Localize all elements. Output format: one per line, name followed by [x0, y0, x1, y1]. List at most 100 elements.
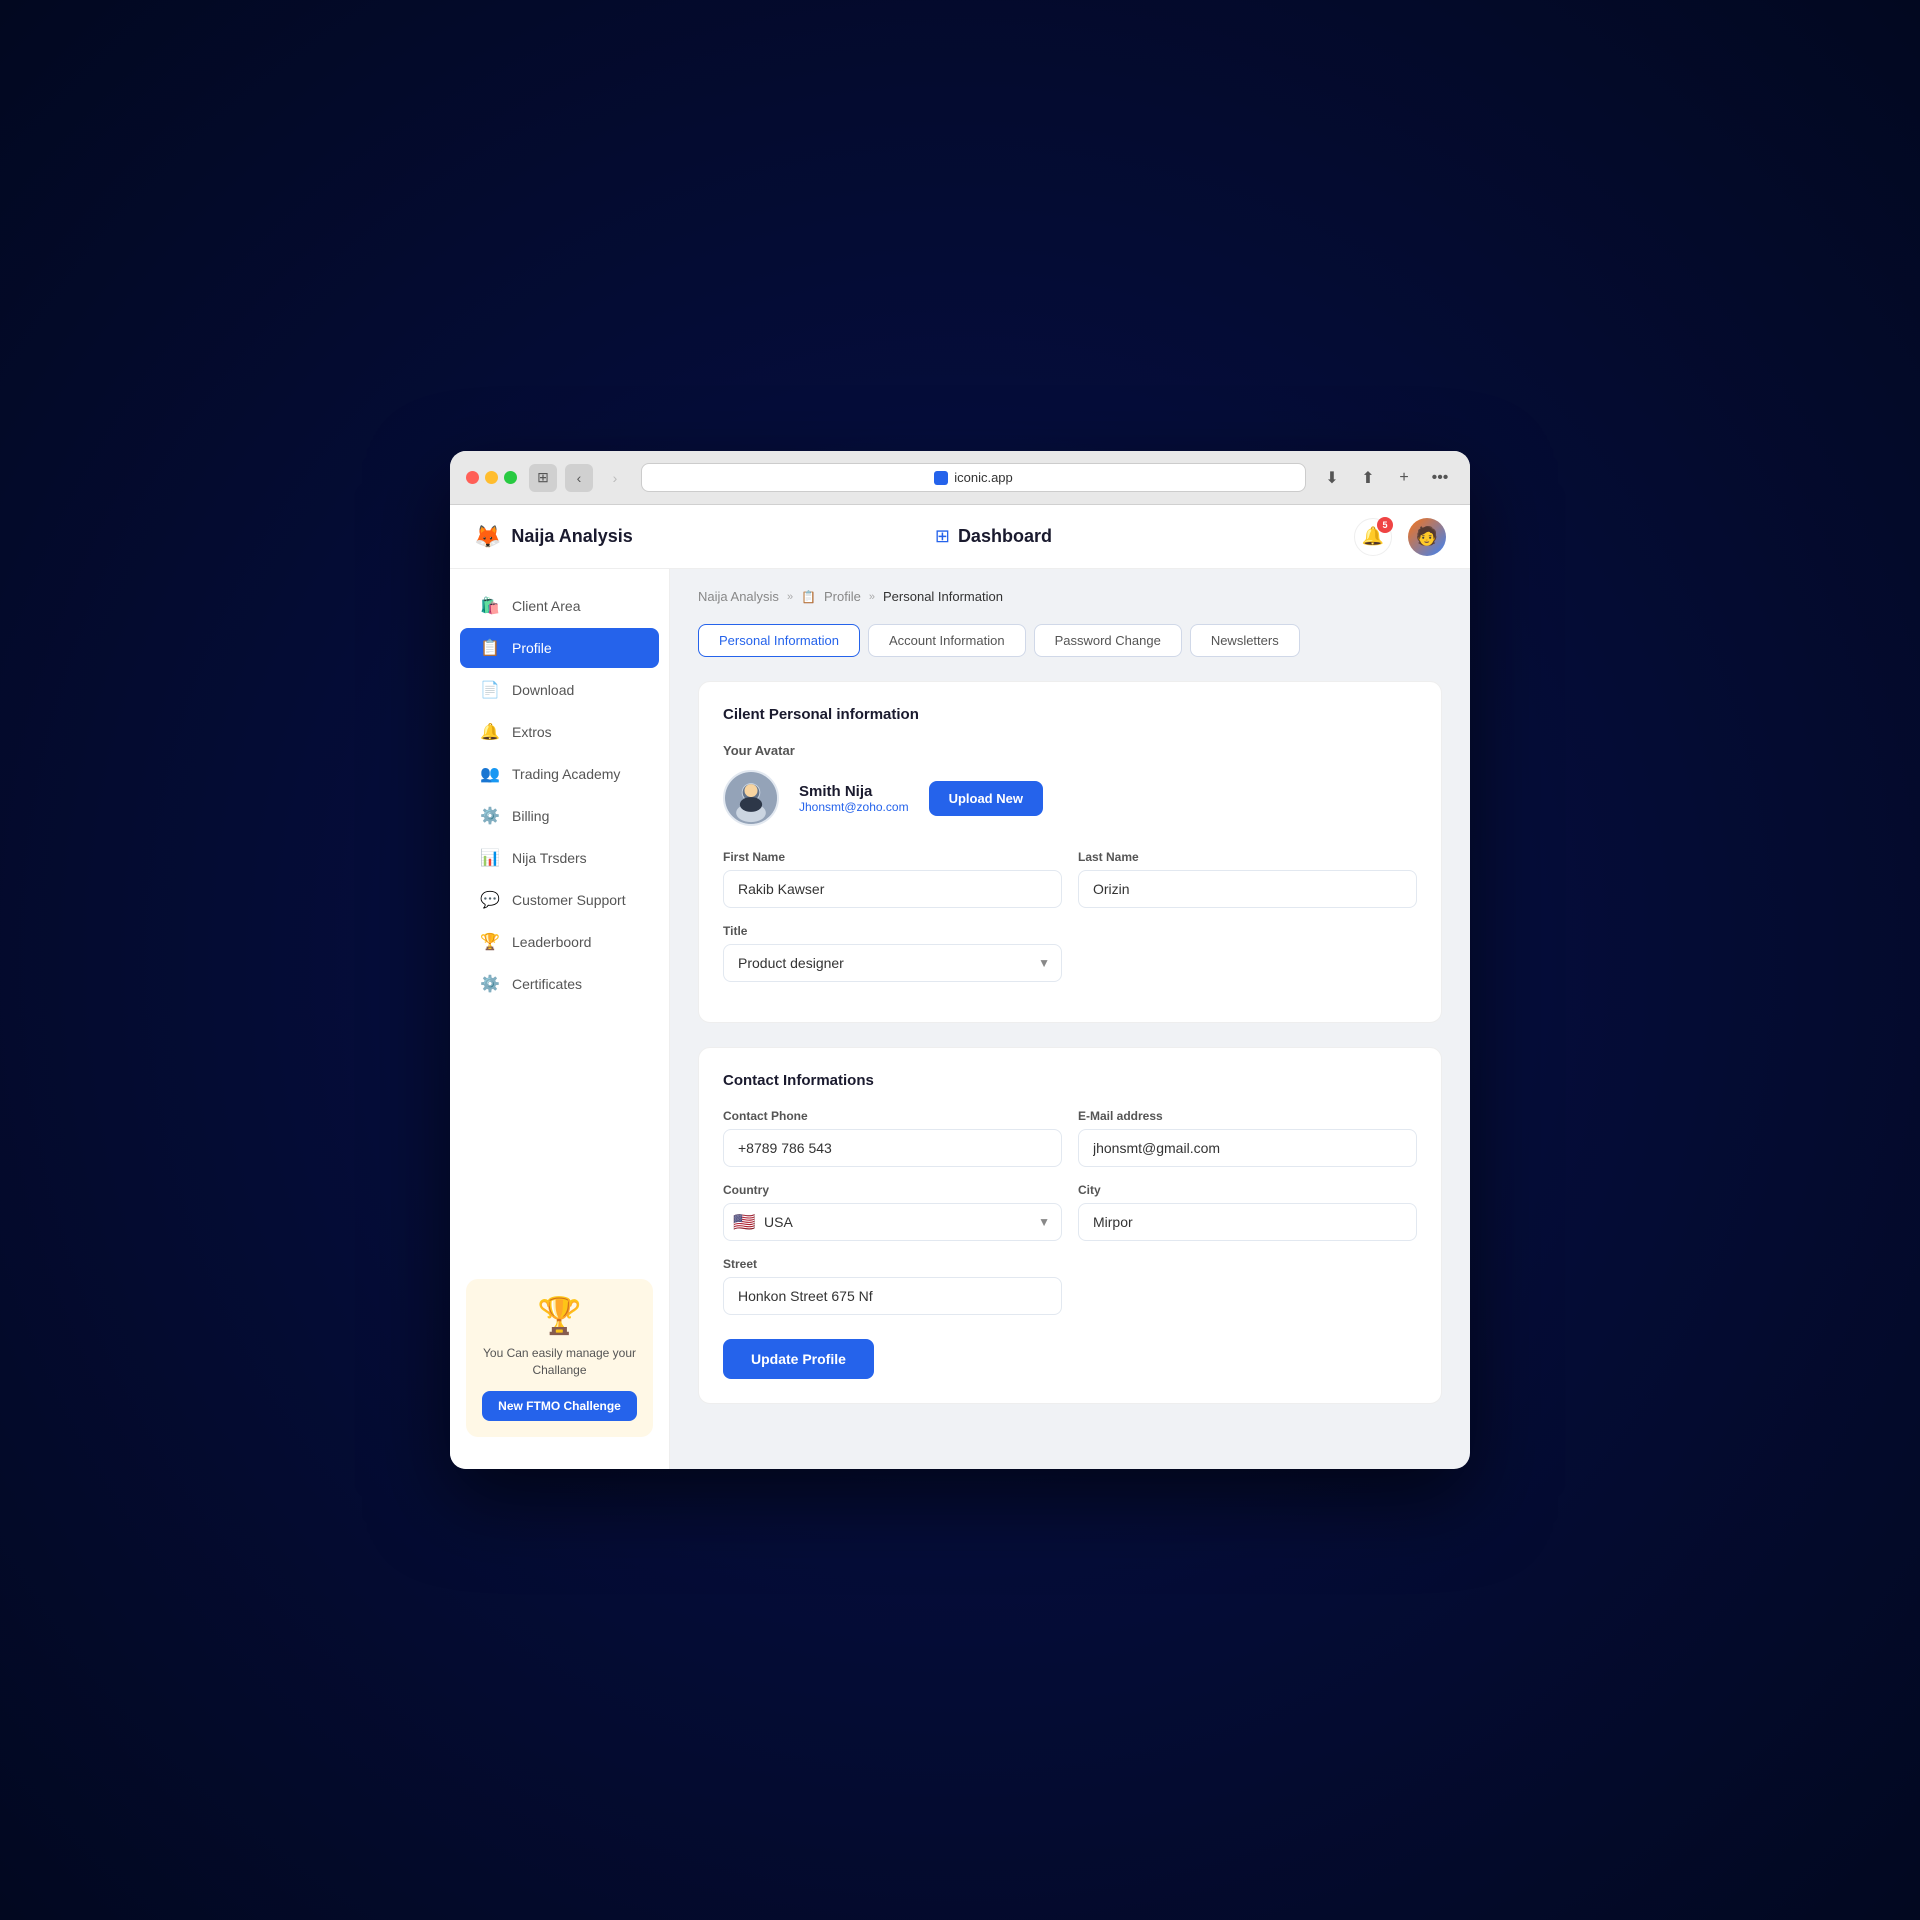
billing-icon: ⚙️ — [480, 806, 500, 826]
content-area: 🛍️ Client Area 📋 Profile 📄 Download 🔔 Ex… — [450, 569, 1470, 1469]
sidebar: 🛍️ Client Area 📋 Profile 📄 Download 🔔 Ex… — [450, 569, 670, 1469]
tabs: Personal Information Account Information… — [698, 624, 1442, 657]
first-name-group: First Name — [723, 850, 1062, 908]
sidebar-item-label: Customer Support — [512, 892, 626, 908]
trading-academy-icon: 👥 — [480, 764, 500, 784]
breadcrumb-root[interactable]: Naija Analysis — [698, 589, 779, 604]
tab-password-change[interactable]: Password Change — [1034, 624, 1182, 657]
title-group: Title Product designer Software Engineer… — [723, 924, 1062, 982]
brand-name: Naija Analysis — [511, 526, 632, 547]
last-name-label: Last Name — [1078, 850, 1417, 864]
title-label: Title — [723, 924, 1062, 938]
new-ftmo-challenge-button[interactable]: New FTMO Challenge — [482, 1391, 637, 1421]
certificates-icon: ⚙️ — [480, 974, 500, 994]
back-button[interactable]: ‹ — [565, 464, 593, 492]
nija-traders-icon: 📊 — [480, 848, 500, 868]
sidebar-item-customer-support[interactable]: 💬 Customer Support — [460, 880, 659, 920]
brand-icon: 🦊 — [474, 524, 501, 550]
country-select-wrap: 🇺🇸 USA UK Canada Australia Nigeria ▼ — [723, 1203, 1062, 1241]
dashboard-title: Dashboard — [958, 526, 1052, 547]
sidebar-item-certificates[interactable]: ⚙️ Certificates — [460, 964, 659, 1004]
close-button[interactable] — [466, 471, 479, 484]
tab-account-information[interactable]: Account Information — [868, 624, 1026, 657]
sidebar-item-nija-traders[interactable]: 📊 Nija Trsders — [460, 838, 659, 878]
top-center: ⊞ Dashboard — [935, 526, 1052, 547]
profile-avatar — [723, 770, 779, 826]
download-browser-button[interactable]: ⬇ — [1318, 464, 1346, 492]
breadcrumb-profile[interactable]: Profile — [824, 589, 861, 604]
city-input[interactable] — [1078, 1203, 1417, 1241]
sidebar-item-label: Trading Academy — [512, 766, 620, 782]
notification-badge: 5 — [1377, 517, 1393, 533]
browser-controls: ⊞ ‹ › — [529, 464, 629, 492]
phone-group: Contact Phone — [723, 1109, 1062, 1167]
main-content: Naija Analysis » 📋 Profile » Personal In… — [670, 569, 1470, 1469]
client-area-icon: 🛍️ — [480, 596, 500, 616]
customer-support-icon: 💬 — [480, 890, 500, 910]
maximize-button[interactable] — [504, 471, 517, 484]
country-group: Country 🇺🇸 USA UK Canada Australia Niger… — [723, 1183, 1062, 1241]
country-select[interactable]: USA UK Canada Australia Nigeria — [723, 1203, 1062, 1241]
title-select[interactable]: Product designer Software Engineer Manag… — [723, 944, 1062, 982]
phone-input[interactable] — [723, 1129, 1062, 1167]
download-icon: 📄 — [480, 680, 500, 700]
personal-info-title: Cilent Personal information — [723, 706, 1417, 723]
phone-label: Contact Phone — [723, 1109, 1062, 1123]
more-options-button[interactable]: ••• — [1426, 464, 1454, 492]
avatar-row: Smith Nija Jhonsmt@zoho.com Upload New — [723, 770, 1417, 826]
street-group: Street — [723, 1257, 1062, 1315]
sidebar-toggle-button[interactable]: ⊞ — [529, 464, 557, 492]
sidebar-item-label: Client Area — [512, 598, 580, 614]
sidebar-item-download[interactable]: 📄 Download — [460, 670, 659, 710]
address-bar[interactable]: iconic.app — [641, 463, 1306, 492]
promo-text: You Can easily manage your Challange — [482, 1345, 637, 1379]
street-input[interactable] — [723, 1277, 1062, 1315]
avatar-name: Smith Nija — [799, 783, 909, 800]
brand: 🦊 Naija Analysis — [474, 524, 633, 550]
empty-col-2 — [1078, 1257, 1417, 1315]
top-right: 🔔 5 🧑 — [1354, 518, 1446, 556]
tab-newsletters[interactable]: Newsletters — [1190, 624, 1300, 657]
country-city-row: Country 🇺🇸 USA UK Canada Australia Niger… — [723, 1183, 1417, 1241]
app-layout: 🦊 Naija Analysis ⊞ Dashboard 🔔 5 🧑 🛍️ — [450, 505, 1470, 1469]
minimize-button[interactable] — [485, 471, 498, 484]
tab-personal-information[interactable]: Personal Information — [698, 624, 860, 657]
update-profile-button[interactable]: Update Profile — [723, 1339, 874, 1379]
sidebar-item-billing[interactable]: ⚙️ Billing — [460, 796, 659, 836]
email-input[interactable] — [1078, 1129, 1417, 1167]
forward-button[interactable]: › — [601, 464, 629, 492]
notifications-button[interactable]: 🔔 5 — [1354, 518, 1392, 556]
upload-new-button[interactable]: Upload New — [929, 781, 1043, 816]
sidebar-item-extros[interactable]: 🔔 Extros — [460, 712, 659, 752]
share-button[interactable]: ⬆ — [1354, 464, 1382, 492]
breadcrumb: Naija Analysis » 📋 Profile » Personal In… — [698, 589, 1442, 604]
sidebar-item-label: Download — [512, 682, 574, 698]
avatar-email: Jhonsmt@zoho.com — [799, 800, 909, 814]
favicon-icon — [934, 471, 948, 485]
sidebar-item-client-area[interactable]: 🛍️ Client Area — [460, 586, 659, 626]
user-avatar[interactable]: 🧑 — [1408, 518, 1446, 556]
breadcrumb-sep-2: » — [869, 591, 875, 603]
new-tab-button[interactable]: + — [1390, 464, 1418, 492]
avatar-section: Your Avatar — [723, 743, 1417, 826]
leaderboard-icon: 🏆 — [480, 932, 500, 952]
sidebar-promo: 🏆 You Can easily manage your Challange N… — [466, 1279, 653, 1437]
profile-icon: 📋 — [480, 638, 500, 658]
sidebar-item-leaderboard[interactable]: 🏆 Leaderboord — [460, 922, 659, 962]
street-label: Street — [723, 1257, 1062, 1271]
title-row: Title Product designer Software Engineer… — [723, 924, 1417, 982]
sidebar-item-profile[interactable]: 📋 Profile — [460, 628, 659, 668]
country-label: Country — [723, 1183, 1062, 1197]
browser-chrome: ⊞ ‹ › iconic.app ⬇ ⬆ + ••• — [450, 451, 1470, 505]
last-name-input[interactable] — [1078, 870, 1417, 908]
city-group: City — [1078, 1183, 1417, 1241]
sidebar-item-label: Billing — [512, 808, 549, 824]
sidebar-item-trading-academy[interactable]: 👥 Trading Academy — [460, 754, 659, 794]
dashboard-icon: ⊞ — [935, 526, 950, 547]
first-name-input[interactable] — [723, 870, 1062, 908]
email-group: E-Mail address — [1078, 1109, 1417, 1167]
browser-actions: ⬇ ⬆ + ••• — [1318, 464, 1454, 492]
title-select-wrap: Product designer Software Engineer Manag… — [723, 944, 1062, 982]
url-text: iconic.app — [954, 470, 1013, 485]
personal-info-card: Cilent Personal information Your Avatar — [698, 681, 1442, 1023]
